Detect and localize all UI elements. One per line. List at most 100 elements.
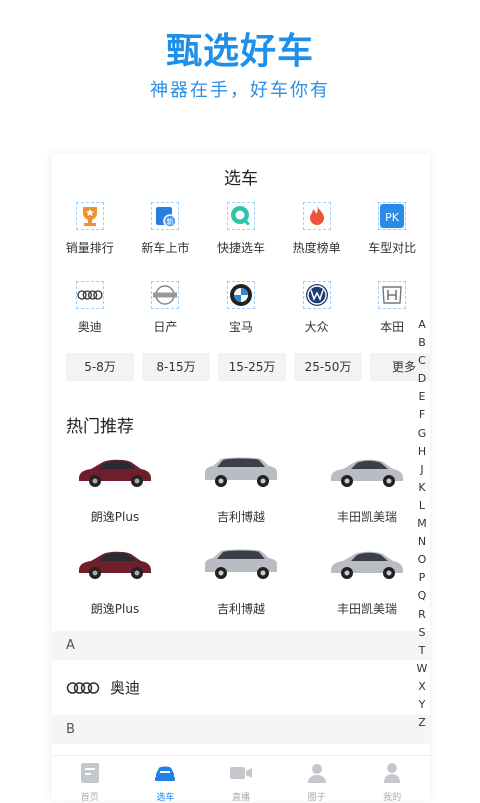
quick-entry-row: 销量排行 新 新车上市 快捷选车 热度榜单 PK 车型对比 [52,202,430,256]
brand-list-item[interactable]: 奥迪 [52,660,430,715]
quick-entry-label: 热度榜单 [292,241,341,255]
quick-entry-label: 车型对比 [368,241,417,255]
quick-entry-sales-ranking[interactable]: 销量排行 [52,202,128,256]
quick-entry-compare[interactable]: PK 车型对比 [354,202,430,256]
index-letter[interactable]: Y [414,696,430,714]
brand-item-audi[interactable]: 奥迪 [52,281,128,335]
hot-recommend-grid: 朗逸Plus 吉利博越 丰田凯美瑞 朗逸Plus 吉利博越 丰田凯美瑞 [52,444,430,628]
index-letter[interactable]: G [414,425,430,443]
price-filter-row: 5-8万 8-15万 15-25万 25-50万 更多 [66,353,430,381]
profile-icon [384,763,401,783]
hot-car-item[interactable]: 丰田凯美瑞 [304,536,430,628]
index-letter[interactable]: W [414,660,430,678]
hot-car-item[interactable]: 丰田凯美瑞 [304,444,430,536]
brand-item-volkswagen[interactable]: 大众 [279,281,355,335]
index-letter[interactable]: H [414,443,430,461]
car-image [331,551,403,579]
audi-logo [75,281,104,309]
hot-car-item[interactable]: 朗逸Plus [52,536,178,628]
quick-entry-label: 新车上市 [141,241,190,255]
index-letter[interactable]: T [414,642,430,660]
brand-group-header: B [52,715,430,744]
brand-group-header: A [52,631,430,660]
index-letter[interactable]: R [414,606,430,624]
hot-car-item[interactable]: 吉利博越 [178,536,304,628]
honda-logo [378,281,407,309]
search-icon [226,202,255,230]
index-letter[interactable]: A [414,316,430,334]
video-icon [229,767,252,779]
price-filter-chip[interactable]: 15-25万 [218,353,286,381]
brand-item-nissan[interactable]: 日产 [128,281,204,335]
tab-label: 我的 [383,793,402,803]
tab-label: 直播 [231,793,250,803]
car-image [205,549,277,579]
hot-car-name: 朗逸Plus [90,510,140,524]
tab-label: 首页 [80,793,99,803]
tab-community[interactable]: 圈子 [279,756,355,803]
promo-headline: 甄选好车 [165,31,314,72]
vw-logo [302,281,331,309]
tab-label: 选车 [156,793,175,803]
new-car-icon: 新 [151,202,180,230]
index-letter[interactable]: M [414,515,430,533]
index-letter[interactable]: Q [414,587,430,605]
index-letter[interactable]: X [414,678,430,696]
brand-label: 日产 [153,320,178,334]
hot-car-name: 朗逸Plus [90,602,140,616]
quick-entry-popularity[interactable]: 热度榜单 [279,202,355,256]
car-image [331,459,403,487]
index-letter[interactable]: N [414,533,430,551]
price-filter-chip[interactable]: 25-50万 [294,353,362,381]
tab-select-car[interactable]: 选车 [128,756,204,803]
alphabet-index-bar[interactable]: A B C D E F G H J K L M N O P Q R S T W … [414,316,430,732]
index-letter[interactable]: P [414,569,430,587]
brand-label: 大众 [304,320,329,334]
trophy-icon [75,202,104,230]
tab-live[interactable]: 直播 [203,756,279,803]
quick-entry-label: 销量排行 [65,241,114,255]
hot-car-item[interactable]: 吉利博越 [178,444,304,536]
index-letter[interactable]: K [414,479,430,497]
promo-tagline: 神器在手，好车你有 [150,80,330,101]
hot-recommend-title: 热门推荐 [66,417,134,437]
index-letter[interactable]: O [414,551,430,569]
bmw-logo [226,281,255,309]
svg-text:新: 新 [167,217,174,226]
brand-row: 奥迪 日产 宝马 大众 本田 [52,281,430,335]
index-letter[interactable]: C [414,352,430,370]
index-letter[interactable]: L [414,497,430,515]
hot-car-name: 吉利博越 [216,602,265,616]
index-letter[interactable]: E [414,388,430,406]
index-letter[interactable]: S [414,624,430,642]
brand-label: 奥迪 [77,320,102,334]
page-title: 选车 [224,169,258,189]
quick-entry-quick-select[interactable]: 快捷选车 [203,202,279,256]
price-filter-chip[interactable]: 5-8万 [66,353,134,381]
tab-label: 圈子 [307,793,326,803]
flame-icon [302,202,331,230]
tab-profile[interactable]: 我的 [354,756,430,803]
index-letter[interactable]: B [414,334,430,352]
car-image [79,459,151,487]
pk-icon: PK [378,202,407,230]
car-selection-card: 选车 销量排行 新 新车上市 快捷选车 热度榜单 PK 车型对比 奥迪 日产 宝… [52,154,430,800]
home-icon [80,763,99,783]
tab-home[interactable]: 首页 [52,756,128,803]
index-letter[interactable]: F [414,406,430,424]
car-icon [155,766,176,781]
hot-car-name: 丰田凯美瑞 [336,602,397,616]
car-image [205,457,277,487]
brand-item-bmw[interactable]: 宝马 [203,281,279,335]
index-letter[interactable]: J [414,461,430,479]
index-letter[interactable]: D [414,370,430,388]
index-letter[interactable]: Z [414,714,430,732]
hot-car-name: 吉利博越 [216,510,265,524]
quick-entry-label: 快捷选车 [216,241,265,255]
hot-car-item[interactable]: 朗逸Plus [52,444,178,536]
brand-label: 宝马 [228,320,253,334]
price-filter-chip[interactable]: 8-15万 [142,353,210,381]
brand-name: 奥迪 [110,679,141,697]
community-icon [307,764,326,783]
quick-entry-new-cars[interactable]: 新 新车上市 [128,202,204,256]
